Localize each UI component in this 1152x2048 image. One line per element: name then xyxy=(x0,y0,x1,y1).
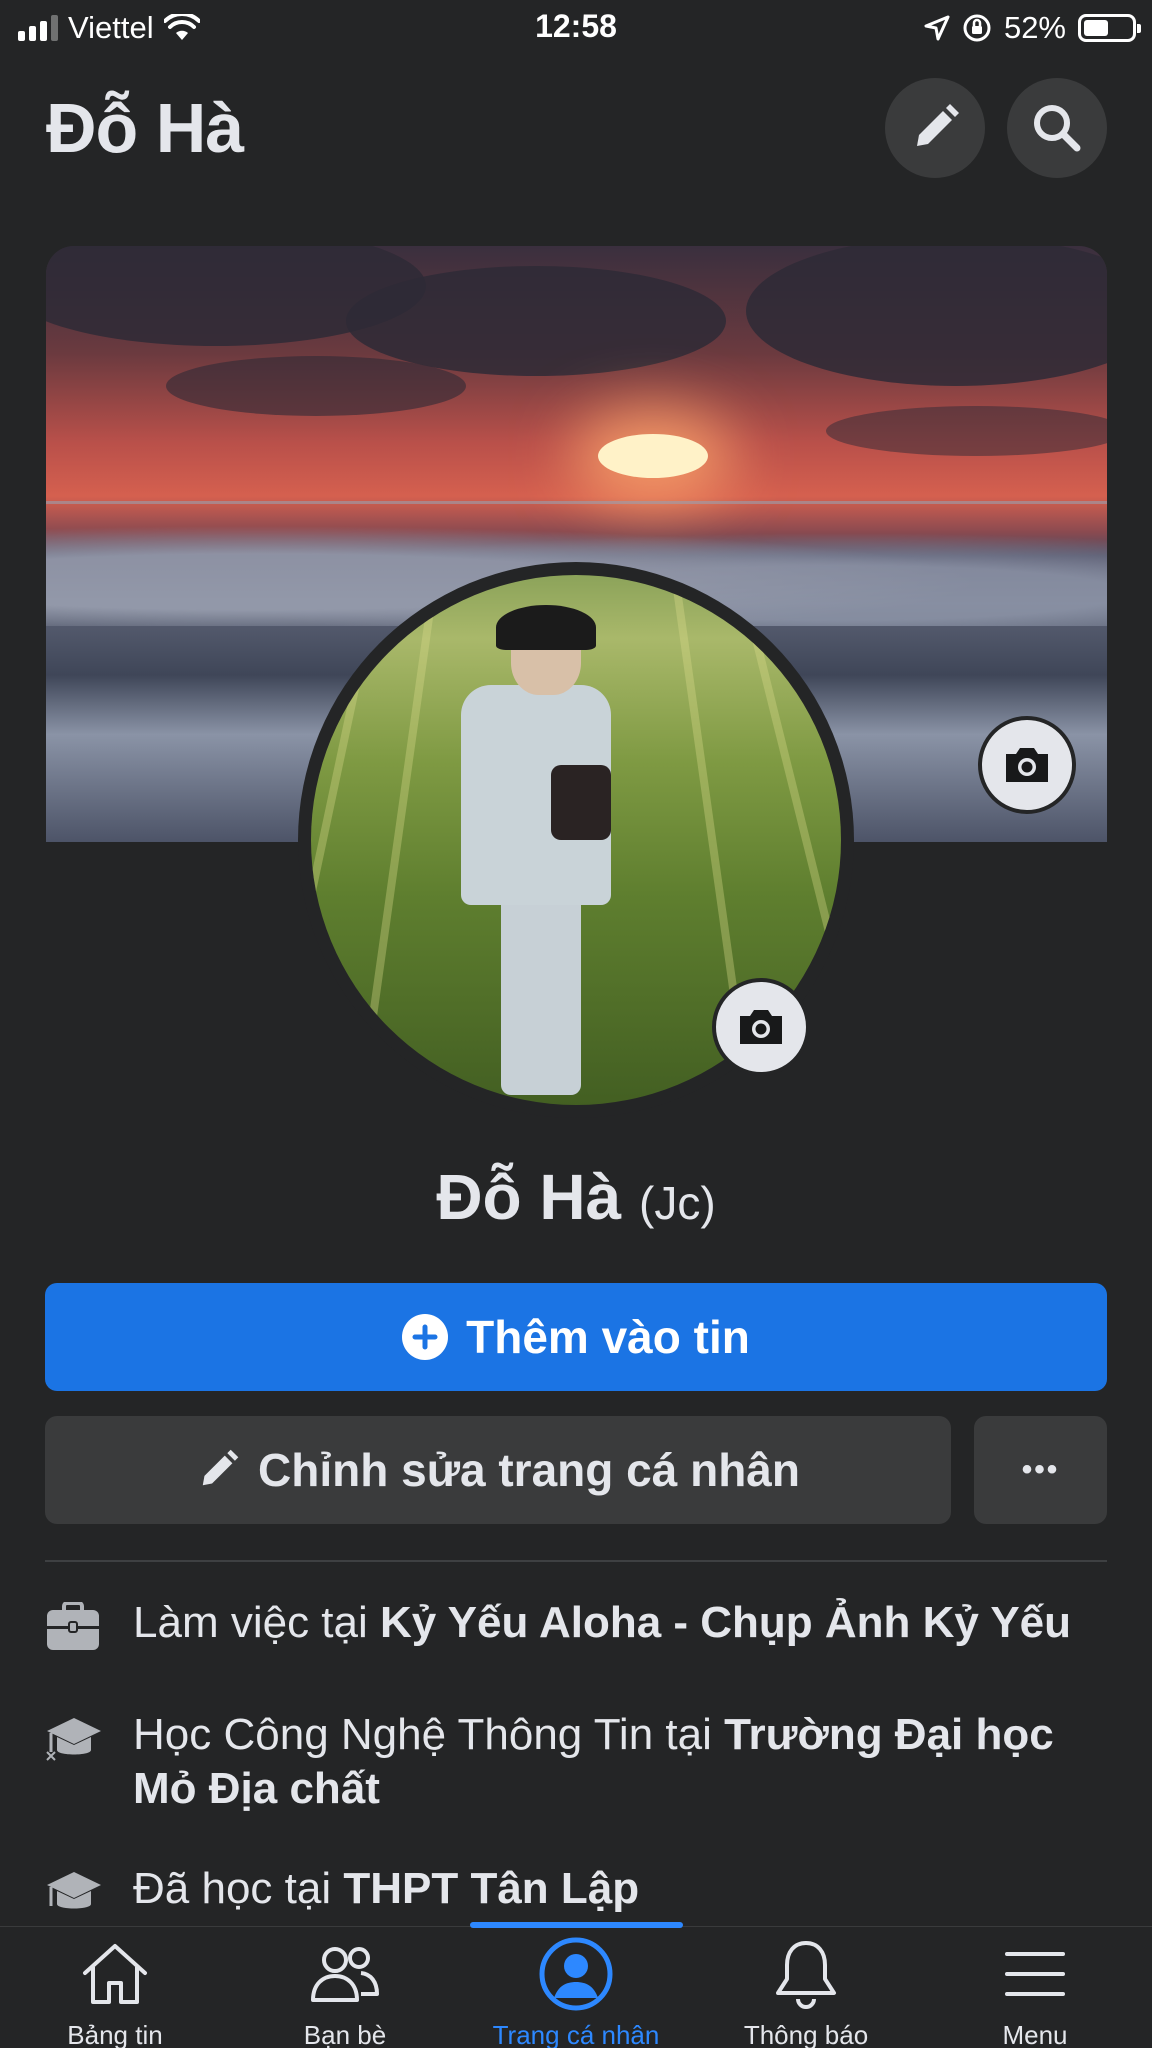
profile-name-alternate: (Jc) xyxy=(639,1177,716,1229)
section-divider xyxy=(45,1560,1107,1562)
orientation-lock-icon xyxy=(963,14,991,42)
active-tab-indicator xyxy=(470,1922,683,1928)
profile-name: Đỗ Hà (Jc) xyxy=(0,1160,1152,1234)
search-button[interactable] xyxy=(1007,78,1107,178)
briefcase-icon xyxy=(45,1596,133,1657)
intro-item-work: Làm việc tại Kỷ Yếu Aloha - Chụp Ảnh Kỷ … xyxy=(45,1596,1115,1657)
search-icon xyxy=(1034,105,1081,152)
change-avatar-button[interactable] xyxy=(712,978,810,1076)
workplace-link[interactable]: Kỷ Yếu Aloha - Chụp Ảnh Kỷ Yếu xyxy=(380,1598,1071,1647)
friends-icon xyxy=(307,1936,383,2012)
menu-icon xyxy=(997,1936,1073,2012)
highschool-link[interactable]: THPT Tân Lập xyxy=(343,1864,639,1913)
graduation-cap-icon xyxy=(45,1708,133,1816)
intro-text: Đã học tại THPT Tân Lập xyxy=(133,1862,639,1923)
plus-circle-icon xyxy=(402,1314,449,1360)
camera-icon xyxy=(1006,748,1048,782)
add-to-story-label: Thêm vào tin xyxy=(466,1311,750,1363)
tab-news-feed[interactable]: Bảng tin xyxy=(0,1936,230,2048)
battery-icon xyxy=(1078,14,1141,42)
intro-text: Làm việc tại Kỷ Yếu Aloha - Chụp Ảnh Kỷ … xyxy=(133,1596,1071,1657)
more-dots-icon: ••• xyxy=(1021,1453,1060,1486)
tab-label: Thông báo xyxy=(743,2020,869,2048)
home-icon xyxy=(77,1936,153,2012)
profile-page: Viettel 12:58 52% Đỗ Hà Đỗ Hà (Jc) Thêm … xyxy=(0,0,1152,2048)
more-options-button[interactable]: ••• xyxy=(974,1416,1107,1524)
battery-percent: 52% xyxy=(1003,10,1066,45)
battery-fill xyxy=(1084,20,1108,36)
intro-prefix: Đã học tại xyxy=(133,1864,344,1913)
tab-profile[interactable]: Trang cá nhân xyxy=(461,1936,691,2048)
intro-prefix: Học Công Nghệ Thông Tin tại xyxy=(133,1710,725,1759)
pencil-icon xyxy=(202,1449,239,1486)
tab-notifications[interactable]: Thông báo xyxy=(691,1936,921,2048)
profile-icon xyxy=(538,1936,614,2012)
change-cover-button[interactable] xyxy=(978,716,1076,814)
location-arrow-icon xyxy=(924,15,950,41)
intro-prefix: Làm việc tại xyxy=(133,1598,380,1647)
tab-label: Bảng tin xyxy=(67,2020,163,2048)
add-to-story-button[interactable]: Thêm vào tin xyxy=(45,1283,1107,1391)
intro-text: Học Công Nghệ Thông Tin tại Trường Đại h… xyxy=(133,1708,1115,1816)
sunset-sun xyxy=(598,434,708,478)
intro-item-study: Học Công Nghệ Thông Tin tại Trường Đại h… xyxy=(45,1708,1115,1816)
camera-icon xyxy=(740,1010,782,1044)
edit-profile-button[interactable]: Chỉnh sửa trang cá nhân xyxy=(45,1416,951,1524)
tab-label: Trang cá nhân xyxy=(492,2020,660,2048)
status-right: 52% xyxy=(924,10,1141,46)
edit-profile-label: Chỉnh sửa trang cá nhân xyxy=(258,1444,800,1496)
tab-label: Menu xyxy=(1002,2020,1068,2048)
edit-button[interactable] xyxy=(885,78,985,178)
status-bar: Viettel 12:58 52% xyxy=(0,0,1152,58)
profile-name-primary: Đỗ Hà xyxy=(436,1161,622,1233)
page-title: Đỗ Hà xyxy=(46,89,244,167)
bell-icon xyxy=(768,1936,844,2012)
tab-menu[interactable]: Menu xyxy=(920,1936,1150,2048)
pencil-icon xyxy=(917,104,959,146)
tab-friends[interactable]: Bạn bè xyxy=(230,1936,460,2048)
tab-label: Bạn bè xyxy=(303,2020,387,2048)
intro-item-highschool: Đã học tại THPT Tân Lập xyxy=(45,1862,1115,1923)
graduation-cap-icon xyxy=(45,1862,133,1923)
